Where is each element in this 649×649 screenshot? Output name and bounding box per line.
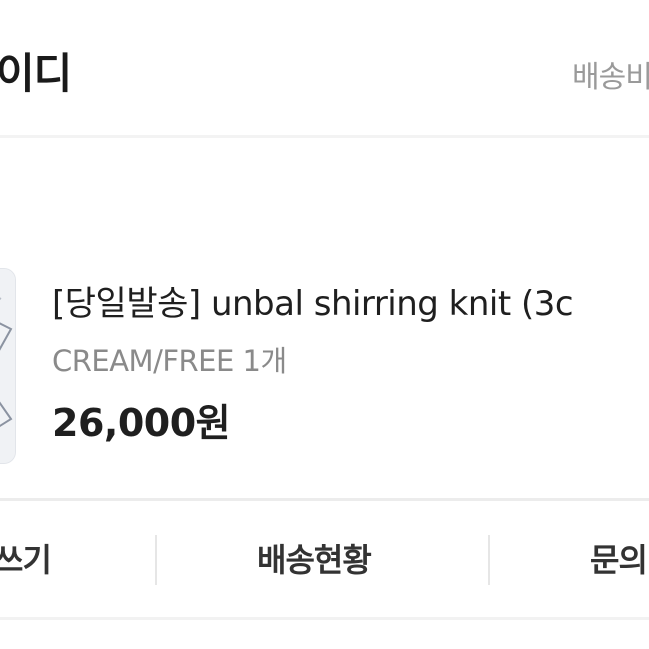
bottom-divider xyxy=(0,617,649,620)
header-divider xyxy=(0,135,649,138)
order-action-bar: 쓰기 배송현황 문의 xyxy=(0,501,649,617)
store-header: 이디 배송비 xyxy=(0,0,649,135)
product-thumbnail[interactable] xyxy=(0,268,16,464)
delivery-status-button[interactable]: 배송현황 xyxy=(257,535,372,581)
shipping-info-link[interactable]: 배송비 xyxy=(572,52,649,96)
product-option: CREAM/FREE 1개 xyxy=(52,344,287,378)
inquiry-button[interactable]: 문의 xyxy=(590,535,648,581)
product-title[interactable]: [당일발송] unbal shirring knit (3c xyxy=(52,276,574,325)
product-price: 26,000원 xyxy=(52,401,231,445)
store-name[interactable]: 이디 xyxy=(0,40,72,101)
action-separator xyxy=(488,535,490,585)
write-review-button[interactable]: 쓰기 xyxy=(0,535,52,581)
action-separator xyxy=(155,535,157,585)
product-image xyxy=(0,269,15,463)
